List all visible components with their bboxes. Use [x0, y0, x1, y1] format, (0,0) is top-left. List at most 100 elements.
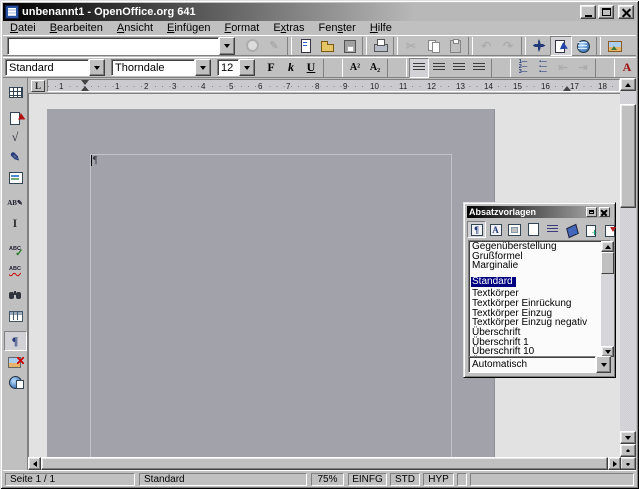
horizontal-ruler[interactable]: 1 123456789101112131415161718: [47, 79, 620, 92]
redo-button[interactable]: ↷: [497, 36, 519, 56]
font-name-dropdown-button[interactable]: [195, 59, 211, 76]
status-page[interactable]: Seite 1 / 1: [5, 473, 135, 486]
page[interactable]: ¶: [47, 109, 495, 457]
nonprinting-characters-button[interactable]: ¶: [4, 331, 27, 351]
separator[interactable]: [595, 59, 615, 77]
spellcheck-button[interactable]: ABC: [4, 239, 27, 259]
menu-bearbeiten[interactable]: Bearbeiten: [43, 21, 110, 35]
tab-type-selector[interactable]: L: [31, 80, 45, 92]
insert-fields-button[interactable]: [4, 107, 27, 127]
status-hyperlink-mode[interactable]: HYP: [423, 473, 454, 486]
draw-functions-button[interactable]: ✎: [4, 147, 27, 167]
font-name-input[interactable]: [111, 59, 195, 76]
insert-button[interactable]: [4, 81, 27, 101]
scroll-left-button[interactable]: [28, 457, 41, 470]
data-sources-button[interactable]: [4, 305, 27, 325]
paragraph-styles-tab[interactable]: ¶: [467, 221, 486, 238]
numbering-styles-tab[interactable]: [543, 221, 562, 238]
autotext-button[interactable]: AB✎: [4, 193, 27, 213]
page-styles-tab[interactable]: [524, 221, 543, 238]
navigator-button[interactable]: [528, 36, 550, 56]
scroll-right-button[interactable]: [608, 457, 621, 470]
close-button[interactable]: [618, 5, 634, 19]
scroll-up-button[interactable]: [620, 78, 636, 91]
stylist-stick-button[interactable]: [586, 207, 597, 217]
separator[interactable]: [323, 59, 343, 77]
subscript-button[interactable]: A₂: [365, 58, 385, 78]
separator[interactable]: [491, 59, 511, 77]
bold-button[interactable]: F: [261, 58, 281, 78]
fill-format-mode-button[interactable]: [562, 221, 581, 238]
font-size-input[interactable]: [217, 59, 239, 76]
form-functions-button[interactable]: [4, 167, 27, 187]
minimize-button[interactable]: [580, 5, 596, 19]
align-center-button[interactable]: [429, 58, 449, 78]
font-size-dropdown-button[interactable]: [239, 59, 255, 76]
hyperlink-dialog-button[interactable]: [572, 36, 594, 56]
style-list-scroll-thumb[interactable]: [601, 252, 614, 274]
scroll-down-button[interactable]: [620, 431, 636, 444]
stop-button[interactable]: [241, 36, 263, 56]
superscript-button[interactable]: A²: [345, 58, 365, 78]
print-button[interactable]: [369, 36, 391, 56]
bullets-button[interactable]: •— •— •—: [533, 58, 553, 78]
separator[interactable]: [362, 37, 367, 55]
stylist-button[interactable]: [550, 36, 572, 56]
italic-button[interactable]: k: [281, 58, 301, 78]
align-right-button[interactable]: [449, 58, 469, 78]
status-selection-mode[interactable]: STD: [390, 473, 420, 486]
left-indent-marker[interactable]: [81, 86, 89, 91]
first-line-indent-marker[interactable]: [81, 80, 89, 85]
load-url-input[interactable]: [7, 37, 219, 55]
online-layout-button[interactable]: [4, 371, 27, 391]
title-bar[interactable]: unbenannt1 - OpenOffice.org 641: [3, 3, 636, 21]
menu-datei[interactable]: Datei: [3, 21, 43, 35]
insert-object-button[interactable]: √: [4, 127, 27, 147]
stylist-close-button[interactable]: [599, 207, 610, 217]
style-list-item[interactable]: Standard: [471, 277, 516, 287]
find-replace-button[interactable]: [4, 285, 27, 305]
separator[interactable]: [596, 37, 601, 55]
menu-einfuegen[interactable]: Einfügen: [160, 21, 217, 35]
copy-button[interactable]: [422, 36, 444, 56]
style-list-item[interactable]: Marginalie: [471, 261, 608, 271]
paste-button[interactable]: [444, 36, 466, 56]
style-filter-input[interactable]: [468, 356, 596, 373]
menu-format[interactable]: Format: [217, 21, 266, 35]
direct-cursor-button[interactable]: I: [4, 213, 27, 233]
style-list-scroll-up-button[interactable]: [601, 241, 614, 252]
decrease-indent-button[interactable]: ⇤: [553, 58, 573, 78]
menu-ansicht[interactable]: Ansicht: [110, 21, 160, 35]
menu-fenster[interactable]: Fenster: [312, 21, 363, 35]
horizontal-scroll-thumb[interactable]: [41, 457, 608, 470]
update-style-button[interactable]: [600, 221, 619, 238]
align-left-button[interactable]: [409, 58, 429, 78]
autospellcheck-button[interactable]: ABC: [4, 259, 27, 279]
undo-button[interactable]: ↶: [475, 36, 497, 56]
separator[interactable]: [393, 37, 398, 55]
graphics-onoff-button[interactable]: [4, 351, 27, 371]
frame-styles-tab[interactable]: [505, 221, 524, 238]
paragraph-style-dropdown-button[interactable]: [89, 59, 105, 76]
new-style-from-selection-button[interactable]: [581, 221, 600, 238]
maximize-button[interactable]: [598, 5, 614, 19]
cut-button[interactable]: ✂: [400, 36, 422, 56]
separator[interactable]: [521, 37, 526, 55]
character-styles-tab[interactable]: A: [486, 221, 505, 238]
separator[interactable]: [387, 59, 407, 77]
vertical-scroll-thumb[interactable]: [620, 104, 636, 208]
font-color-button[interactable]: A: [617, 58, 637, 78]
stylist-title-bar[interactable]: Absatzvorlagen: [467, 206, 612, 218]
style-list-scroll-track[interactable]: [601, 252, 614, 346]
previous-page-button[interactable]: [620, 444, 636, 457]
increase-indent-button[interactable]: ⇥: [573, 58, 593, 78]
align-justify-button[interactable]: [469, 58, 489, 78]
paragraph-style-input[interactable]: [5, 59, 89, 76]
load-url-dropdown-button[interactable]: [219, 37, 235, 55]
separator[interactable]: [287, 37, 292, 55]
status-zoom[interactable]: 75%: [311, 473, 344, 486]
gallery-button[interactable]: [603, 36, 625, 56]
next-page-button[interactable]: [620, 457, 636, 470]
menu-extras[interactable]: Extras: [266, 21, 311, 35]
edit-file-button[interactable]: ✎: [263, 36, 285, 56]
